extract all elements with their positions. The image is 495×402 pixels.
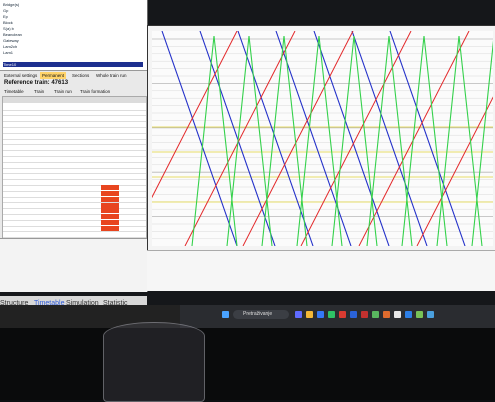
train-path-green [261, 35, 285, 246]
tree-item[interactable]: Gp [3, 8, 8, 13]
app-icon-6[interactable] [372, 311, 379, 318]
graph-footer [147, 250, 495, 291]
windows-icon[interactable] [222, 311, 229, 318]
tree-item[interactable]: Bridge(s) [3, 2, 19, 7]
app-icon-11[interactable] [427, 311, 434, 318]
project-tree[interactable]: Bridge(s) Gp Ep Block S(a) b Beanclean G… [0, 0, 147, 71]
app-icon-4[interactable] [350, 311, 357, 318]
delay-cell [101, 214, 119, 220]
tab-permanent[interactable]: Permanent [40, 72, 67, 79]
left-panel: Bridge(s) Gp Ep Block S(a) b Beanclean G… [0, 0, 148, 292]
train-path-green [423, 35, 448, 246]
train-path-green [458, 35, 483, 246]
train-path-green [471, 40, 493, 246]
app-icon-10[interactable] [416, 311, 423, 318]
app-icon-8[interactable] [394, 311, 401, 318]
folder-icon[interactable] [306, 311, 313, 318]
delay-cell [101, 196, 119, 202]
delay-cell [101, 220, 119, 225]
train-path-green [191, 35, 215, 246]
reference-train-title: Reference train: 47613 [4, 80, 69, 86]
tree-item[interactable]: Lam2ch [3, 44, 17, 49]
tab-timetable[interactable]: Timetable [2, 88, 26, 95]
taskbar-search[interactable]: Pretraživanje [233, 310, 289, 319]
tree-item[interactable]: S(a) b [3, 26, 14, 31]
bottom-panel [0, 238, 147, 292]
tab-whole-run[interactable]: Whole train run [94, 72, 129, 79]
timetable-grid[interactable] [2, 96, 147, 246]
tree-item[interactable]: Block [3, 20, 13, 25]
grid-header [3, 97, 146, 103]
tab-train-run[interactable]: Train run [52, 88, 74, 95]
delay-cell [101, 202, 119, 208]
train-graph[interactable] [152, 31, 493, 246]
train-path-green [226, 35, 250, 246]
tab-train[interactable]: Train [32, 88, 46, 95]
train-path-red [300, 31, 412, 246]
app-icon-1[interactable] [295, 311, 302, 318]
tree-item[interactable]: Ep [3, 14, 8, 19]
tree-item[interactable]: Beanclean [3, 32, 22, 37]
tab-external[interactable]: External settings [2, 72, 39, 79]
train-path-red [416, 96, 493, 246]
delay-cell [101, 191, 119, 196]
train-path-green [248, 35, 273, 246]
train-path-blue [237, 31, 314, 246]
train-path-green [318, 35, 343, 246]
browser-icon[interactable] [317, 311, 324, 318]
train-path-red [358, 31, 470, 246]
train-path-green [388, 35, 413, 246]
tab-sections[interactable]: Sections [70, 72, 91, 79]
train-path-green [296, 35, 320, 246]
train-path-green [331, 35, 355, 246]
train-path-red [184, 31, 296, 246]
delay-cell [101, 185, 119, 191]
tree-item[interactable]: Lam1 [3, 50, 13, 55]
train-path-green [436, 35, 460, 246]
train-path-green [353, 35, 378, 246]
app-icon-7[interactable] [383, 311, 390, 318]
drinking-glass [103, 322, 205, 402]
delay-cell [101, 208, 119, 214]
app-icon-2[interactable] [328, 311, 335, 318]
app-icon-3[interactable] [339, 311, 346, 318]
tab-train-formation[interactable]: Train formation [78, 88, 112, 95]
train-path-green [401, 35, 425, 246]
delay-cell [101, 225, 119, 231]
monitor-screen: Bridge(s) Gp Ep Block S(a) b Beanclean G… [0, 0, 495, 328]
tree-item-selected[interactable]: Time10 [3, 62, 143, 67]
tree-item[interactable]: Gateway [3, 38, 19, 43]
search-label: Pretraživanje [243, 311, 273, 317]
train-path-green [283, 35, 308, 246]
train-path-blue [351, 31, 428, 246]
desk-surface [0, 328, 495, 400]
app-icon-9[interactable] [405, 311, 412, 318]
train-path-red [152, 31, 238, 199]
app-icon-5[interactable] [361, 311, 368, 318]
train-path-red [242, 31, 354, 246]
